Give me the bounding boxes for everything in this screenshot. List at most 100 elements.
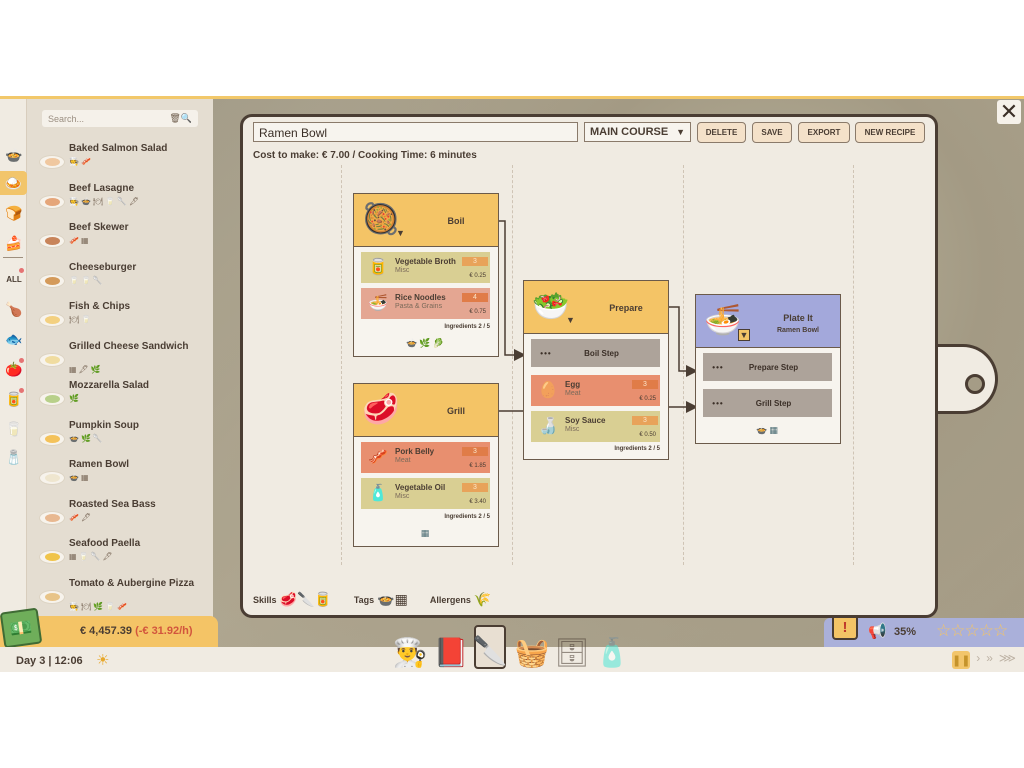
recipe-board-icon[interactable]: 🔪 [473,625,507,669]
ingredient-quantity[interactable]: 3 [462,257,488,266]
bread-category-icon[interactable]: 🍞 [3,201,25,225]
dish-food [45,316,60,324]
connector-boil-to-prepare [499,220,526,361]
clear-search-icon[interactable]: 🗑🔍 [169,113,192,124]
slot-label: Grill Step [755,398,792,408]
alert-label: ! [842,618,848,636]
dish-food [45,276,60,285]
tags-group: Tags 🍲▦ [354,591,408,608]
dish-thumbnail-icon [39,431,65,446]
soup-category-icon[interactable]: 🍲 [3,143,25,167]
fish-filter-icon[interactable]: 🐟 [3,327,25,351]
ingredient-row[interactable]: 🍜 Rice Noodles Pasta & Grains 4 € 0.75 [361,288,490,319]
pantry-filter-icon[interactable]: 🥫 [3,387,25,411]
ingredient-category: Pasta & Grains [395,303,443,310]
recipe-item[interactable]: Fish & Chips 🍽🥛 [35,301,211,339]
drag-handle-icon[interactable]: ••• [703,399,733,408]
dairy-filter-icon[interactable]: 🥛 [3,417,25,441]
ingredients-crate-icon[interactable]: 🧺 [515,625,550,669]
lane-divider [341,165,342,565]
grill-icon: 🥩 [362,393,400,426]
storage-icon[interactable]: 🗄 [554,625,590,669]
soy-sauce-icon: 🍶 [538,418,558,435]
prepare-step-card[interactable]: 🥗 ▼ Prepare ••• Boil Step 🥚 Egg Meat 3 €… [523,280,669,460]
recipe-item[interactable]: Beef Skewer 🥓▦ [35,222,211,260]
save-button[interactable]: SAVE [752,122,792,143]
drag-handle-icon[interactable]: ••• [531,349,561,358]
fastest-forward-icon[interactable]: ⋙ [999,651,1016,669]
delete-button[interactable]: DELETE [697,122,746,143]
recipe-item[interactable]: Beef Lasagne 🧑‍🍳🍲🍽🥛🥄🖋 [35,183,211,221]
money-balance: € 4,457.39 [80,625,132,637]
dish-food [45,434,60,443]
ingredient-quantity[interactable]: 3 [462,447,488,456]
recipe-item[interactable]: Pumpkin Soup 🍲🌿🥄 [35,420,211,458]
recipe-name: Ramen Bowl [69,459,130,470]
meat-filter-icon[interactable]: 🍗 [3,297,25,321]
ingredient-quantity[interactable]: 3 [632,416,658,425]
cleaning-spray-icon[interactable]: 🧴 [595,625,630,669]
input-step-slot[interactable]: ••• Prepare Step [703,353,832,381]
recipe-item[interactable]: Baked Salmon Salad 🧑‍🍳🥓 [35,143,211,181]
vegetable-filter-icon[interactable]: 🍅 [3,357,25,381]
chevron-down-icon[interactable]: ▼ [738,329,750,341]
cash-icon: 💵 [0,607,43,649]
ingredient-quantity[interactable]: 3 [462,483,488,492]
ingredient-quantity[interactable]: 3 [632,380,658,389]
ingredient-category: Misc [565,426,580,433]
ingredient-quantity[interactable]: 4 [462,293,488,302]
search-input[interactable]: Search... 🗑🔍 [42,110,198,127]
recipe-name: Cheeseburger [69,261,137,273]
play-icon[interactable]: › [976,651,980,669]
dessert-category-icon[interactable]: 🍰 [3,231,25,255]
megaphone-icon[interactable]: 📢 [868,622,887,640]
ingredient-name: Egg [565,380,581,389]
chevron-down-icon[interactable]: ▼ [566,315,578,327]
ingredient-row[interactable]: 🧴 Vegetable Oil Misc 3 € 3.40 [361,478,490,509]
chevron-down-icon[interactable]: ▼ [396,228,408,240]
ingredient-row[interactable]: 🥫 Vegetable Broth Misc 3 € 0.25 [361,252,490,283]
recipe-item[interactable]: Tomato & Aubergine Pizza 🧑‍🍳🍽🌿🥛🥓 [35,578,211,616]
staff-chef-icon[interactable]: 👨‍🍳 [393,625,428,669]
grill-step-card[interactable]: 🥩 Grill 🥓 Pork Belly Meat 3 € 1.85 🧴 Veg… [353,383,499,547]
all-label: ALL [6,274,22,284]
ingredient-price: € 0.50 [639,432,656,438]
ingredient-row[interactable]: 🥓 Pork Belly Meat 3 € 1.85 [361,442,490,473]
recipe-item[interactable]: Ramen Bowl 🍲▦ [35,459,211,497]
fast-forward-icon[interactable]: » [986,651,993,669]
bottom-bar: Day 3 | 12:06 ☀ 👨‍🍳 📕 🔪 🧺 🗄 🧴 ❚❚ › » ⋙ [0,625,1024,672]
recipe-tag-icons: 🧑‍🍳🍽🌿🥛🥓 [69,601,129,611]
boil-step-card[interactable]: 🥘 ▼ Boil 🥫 Vegetable Broth Misc 3 € 0.25… [353,193,499,357]
step-header: 🥗 ▼ Prepare [524,281,668,334]
main-course-category-icon[interactable]: 🍛 [0,171,27,195]
new-badge [19,268,24,273]
ingredient-row[interactable]: 🍶 Soy Sauce Misc 3 € 0.50 [531,411,660,442]
recipe-tag-icons: 🥓▦ [69,236,91,245]
recipe-item[interactable]: Grilled Cheese Sandwich ▦🖋🌿 [35,341,211,379]
ingredient-count: Ingredients 2 / 5 [444,514,490,520]
new-recipe-button[interactable]: NEW RECIPE [855,122,925,143]
money-bar: 💵 € 4,457.39 (-€ 31.92/h) [0,607,218,649]
course-dropdown[interactable]: MAIN COURSE ▼ [584,122,691,142]
close-icon[interactable]: ✕ [997,99,1021,124]
recipe-item[interactable]: Roasted Sea Bass 🥓🖋 [35,499,211,537]
all-category[interactable]: ALL [3,267,25,291]
recipe-item[interactable]: Cheeseburger 🥛🥛🥄 [35,262,211,300]
menu-book-icon[interactable]: 📕 [434,625,469,669]
chevron-down-icon: ▼ [676,127,685,137]
pause-icon[interactable]: ❚❚ [952,651,970,669]
drag-handle-icon[interactable]: ••• [703,363,733,372]
recipe-item[interactable]: Seafood Paella ▦🥛🥄🖋 [35,538,211,576]
sauce-filter-icon[interactable]: 🧂 [3,445,25,469]
ingredient-name: Vegetable Oil [395,483,446,492]
recipe-name-input[interactable]: Ramen Bowl [253,122,578,142]
ingredient-row[interactable]: 🥚 Egg Meat 3 € 0.25 [531,375,660,406]
ingredient-price: € 3.40 [469,499,486,505]
plate-step-card[interactable]: 🍜 ▼ Plate It Ramen Bowl ••• Prepare Step… [695,294,841,444]
dish-thumbnail-icon [39,155,65,169]
egg-icon: 🥚 [538,382,558,399]
export-button[interactable]: EXPORT [798,122,850,143]
input-step-slot[interactable]: ••• Grill Step [703,389,832,417]
recipe-item[interactable]: Mozzarella Salad 🌿 [35,380,211,418]
input-step-slot[interactable]: ••• Boil Step [531,339,660,367]
